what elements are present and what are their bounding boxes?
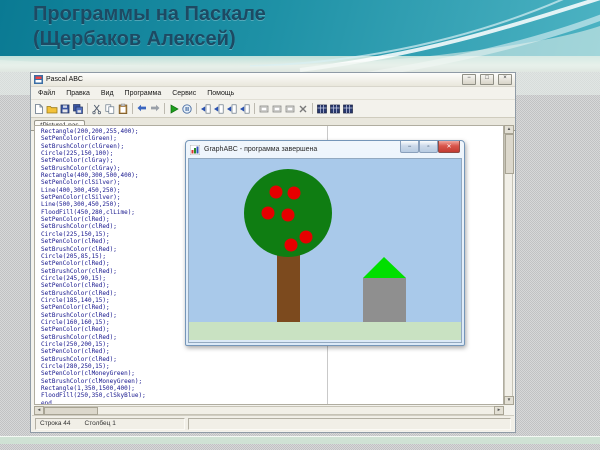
- graphabc-close-button[interactable]: ✕: [438, 141, 460, 153]
- toolbar-save-all-icon[interactable]: [72, 103, 84, 115]
- toolbar-redo-icon[interactable]: [149, 103, 161, 115]
- toolbar-separator: [254, 103, 255, 114]
- tree-trunk-rect: [277, 255, 300, 329]
- graphabc-maximize-button[interactable]: ▫: [419, 141, 438, 153]
- slide-bottom-mint-band: [0, 436, 600, 444]
- graphabc-canvas: [188, 158, 462, 343]
- toolbar-assembler-icon[interactable]: [329, 103, 341, 115]
- house-rect: [363, 278, 406, 329]
- toolbar-copy-icon[interactable]: [104, 103, 116, 115]
- ide-close-button[interactable]: ×: [498, 74, 512, 85]
- vertical-scroll-thumb[interactable]: [505, 134, 514, 174]
- pascalabc-titlebar[interactable]: Pascal ABC − □ ×: [31, 73, 515, 87]
- status-message-panel: [188, 418, 511, 430]
- ide-minimize-button[interactable]: −: [462, 74, 476, 85]
- slide-title: Программы на Паскале (Щербаков Алексей): [33, 2, 266, 52]
- menu-item-помощь[interactable]: Помощь: [207, 90, 234, 97]
- menu-item-вид[interactable]: Вид: [101, 90, 114, 97]
- menu-item-правка[interactable]: Правка: [66, 90, 90, 97]
- status-position-panel: Строка 44 Столбец 1: [35, 418, 185, 430]
- toolbar-separator: [164, 103, 165, 114]
- scroll-down-arrow-icon[interactable]: ▼: [504, 396, 514, 405]
- slide-title-line1: Программы на Паскале: [33, 2, 266, 27]
- slide-mint-band: [0, 56, 600, 72]
- apple-circle: [282, 209, 295, 222]
- pascalabc-window-title: Pascal ABC: [46, 76, 458, 83]
- graphabc-window-icon: [190, 145, 200, 155]
- toolbar-save-icon[interactable]: [59, 103, 71, 115]
- graphabc-titlebar[interactable]: GraphABC - программа завершена − ▫ ✕: [186, 141, 464, 158]
- apple-circle: [288, 187, 301, 200]
- scroll-right-arrow-icon[interactable]: ►: [494, 406, 504, 415]
- apple-circle: [300, 231, 313, 244]
- graphabc-drawing: [189, 159, 462, 340]
- scroll-up-arrow-icon[interactable]: ▲: [504, 125, 514, 134]
- toolbar-pause-icon[interactable]: [181, 103, 193, 115]
- slide-title-line2: (Щербаков Алексей): [33, 27, 266, 52]
- toolbar-step-out-icon[interactable]: [226, 103, 238, 115]
- toolbar-call-stack-icon[interactable]: [342, 103, 354, 115]
- graphabc-window-title: GraphABC - программа завершена: [204, 146, 317, 153]
- toolbar-separator: [312, 103, 313, 114]
- toolbar-output-window-icon[interactable]: [271, 103, 283, 115]
- vertical-scrollbar[interactable]: ▲ ▼: [504, 125, 513, 405]
- toolbar-paste-icon[interactable]: [117, 103, 129, 115]
- toolbar-run-to-cursor-icon[interactable]: [239, 103, 251, 115]
- toolbar-breakpoint-icon[interactable]: [284, 103, 296, 115]
- toolbar-stop-icon[interactable]: [297, 103, 309, 115]
- toolbar-step-into-icon[interactable]: [200, 103, 212, 115]
- ground-rect: [189, 322, 462, 340]
- status-bar: Строка 44 Столбец 1: [32, 415, 514, 431]
- toolbar-separator: [196, 103, 197, 114]
- status-column-number: Столбец 1: [85, 420, 116, 427]
- apple-circle: [270, 186, 283, 199]
- horizontal-scroll-thumb[interactable]: [44, 407, 98, 415]
- status-line-number: Строка 44: [40, 420, 71, 427]
- apple-circle: [285, 239, 298, 252]
- toolbar: [31, 99, 515, 118]
- ide-maximize-button[interactable]: □: [480, 74, 494, 85]
- toolbar-open-icon[interactable]: [46, 103, 58, 115]
- toolbar-separator: [87, 103, 88, 114]
- menu-bar: Файл Правка Вид Программа Сервис Помощь: [31, 87, 515, 99]
- sky-rect: [189, 159, 462, 340]
- menu-item-сервис[interactable]: Сервис: [172, 90, 196, 97]
- horizontal-scrollbar[interactable]: ◄ ►: [34, 406, 504, 415]
- toolbar-undo-icon[interactable]: [136, 103, 148, 115]
- graphabc-minimize-button[interactable]: −: [400, 141, 419, 153]
- graphabc-window-buttons: − ▫ ✕: [400, 141, 460, 153]
- toolbar-cut-icon[interactable]: [91, 103, 103, 115]
- pascalabc-window-icon: [34, 75, 43, 84]
- toolbar-modules-icon[interactable]: [316, 103, 328, 115]
- toolbar-watch-icon[interactable]: [258, 103, 270, 115]
- menu-item-программа[interactable]: Программа: [125, 90, 162, 97]
- graphabc-window: GraphABC - программа завершена − ▫ ✕: [185, 140, 465, 346]
- apple-circle: [262, 207, 275, 220]
- toolbar-step-over-icon[interactable]: [213, 103, 225, 115]
- scroll-left-arrow-icon[interactable]: ◄: [34, 406, 44, 415]
- menu-item-файл[interactable]: Файл: [38, 90, 55, 97]
- toolbar-new-icon[interactable]: [33, 103, 45, 115]
- toolbar-separator: [132, 103, 133, 114]
- toolbar-run-icon[interactable]: [168, 103, 180, 115]
